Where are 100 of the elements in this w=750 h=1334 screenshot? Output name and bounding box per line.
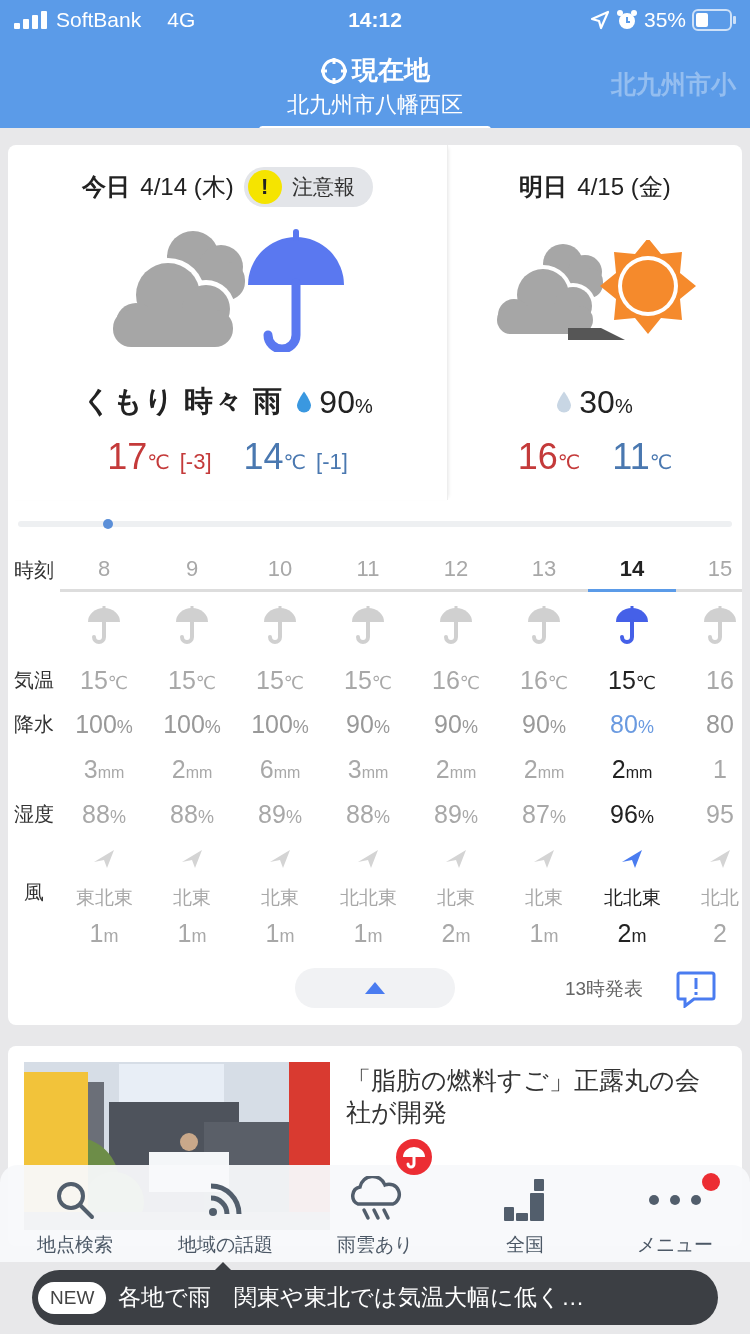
- humidity-value: 88%: [170, 799, 214, 829]
- wind-speed: 1m: [177, 918, 207, 948]
- weather-condition: くもり 時々 雨: [82, 384, 284, 419]
- temperature-value: 15℃: [608, 665, 656, 695]
- wind-speed: 1m: [353, 918, 383, 948]
- precipitation-value: 90%: [434, 709, 478, 739]
- row-label: 風: [23, 879, 45, 905]
- current-location-icon: [320, 56, 348, 85]
- humidity-value: 87%: [522, 799, 566, 829]
- wind-direction: 北東: [261, 886, 299, 910]
- precipitation-chance: 90%: [319, 383, 373, 421]
- feedback-icon[interactable]: [676, 970, 716, 1008]
- rainfall-value: 3mm: [347, 754, 389, 784]
- wind-direction: 北北東: [339, 886, 397, 910]
- umbrella-icon: [701, 605, 739, 645]
- rainfall-value: 2mm: [523, 754, 565, 784]
- precipitation-value: 100%: [163, 709, 221, 739]
- tab-bar-item[interactable]: メニュー: [600, 1165, 750, 1262]
- wind-direction: 北東: [437, 886, 475, 910]
- blocks-icon: [504, 1179, 546, 1221]
- humidity-value: 89%: [434, 799, 478, 829]
- location-name: 北九州市八幡西区: [287, 91, 463, 119]
- location-title: 現在地: [352, 54, 430, 87]
- low-temperature-change: [-1]: [316, 449, 348, 475]
- humidity-value: 88%: [346, 799, 390, 829]
- temperature-value: 15℃: [168, 665, 216, 695]
- wind-speed: 2: [713, 918, 727, 948]
- raindrop-icon: [557, 391, 572, 413]
- alarm-icon: [615, 9, 638, 31]
- notification-dot: [702, 1173, 720, 1191]
- wind-direction: 北北東: [603, 886, 661, 910]
- published-time: 13時発表: [565, 977, 644, 1001]
- tab-bar-item[interactable]: 全国: [450, 1165, 600, 1262]
- umbrella-icon: [261, 605, 299, 645]
- umbrella-icon: [173, 605, 211, 645]
- news-ticker-text[interactable]: 各地で雨 関東や東北では気温大幅に低く…: [118, 1282, 585, 1313]
- tab-bar-item[interactable]: 地域の話題: [150, 1165, 300, 1262]
- temperature-value: 15℃: [80, 665, 128, 695]
- wind-speed: 2m: [441, 918, 471, 948]
- tab-bar-item[interactable]: 雨雲あり: [300, 1165, 450, 1262]
- wind-arrow-icon: [708, 847, 732, 869]
- high-temperature-change: [-3]: [179, 449, 212, 475]
- rainfall-value: 3mm: [83, 754, 125, 784]
- day-date: 4/15 (金): [577, 172, 671, 202]
- rainfall-value: 6mm: [259, 754, 301, 784]
- news-headline[interactable]: 「脂肪の燃料すご」正露丸の会社が開発: [346, 1062, 716, 1128]
- row-label: 湿度: [13, 801, 55, 827]
- wind-arrow-icon: [92, 847, 116, 869]
- wind-speed: 1m: [89, 918, 119, 948]
- wind-direction: 東北東: [75, 886, 133, 910]
- rainfall-value: 2mm: [435, 754, 477, 784]
- wind-arrow-icon: [532, 847, 556, 869]
- tab-bar-item[interactable]: 地点検索: [0, 1165, 150, 1262]
- wind-arrow-icon: [620, 847, 644, 869]
- clock: 14:12: [348, 8, 402, 32]
- wind-direction: 北東: [525, 886, 563, 910]
- umbrella-icon: [525, 605, 563, 645]
- hour-tab[interactable]: 14: [588, 548, 676, 592]
- umbrella-icon: [85, 605, 123, 645]
- humidity-value: 96%: [610, 799, 654, 829]
- more-icon: [648, 1194, 702, 1206]
- wind-direction: 北北: [701, 886, 739, 910]
- search-icon: [55, 1180, 95, 1220]
- humidity-value: 89%: [258, 799, 302, 829]
- caret-up-icon: [365, 982, 385, 994]
- precipitation-value: 100%: [75, 709, 133, 739]
- signal-icon: [14, 11, 48, 29]
- wind-arrow-icon: [180, 847, 204, 869]
- wind-speed: 1m: [265, 918, 295, 948]
- temperature-value: 15℃: [256, 665, 304, 695]
- new-tag: NEW: [38, 1281, 107, 1314]
- temperature-value: 16℃: [432, 665, 480, 695]
- humidity-value: 88%: [82, 799, 126, 829]
- low-temperature: 11℃: [612, 436, 673, 478]
- signal-waves-icon: [207, 1182, 243, 1218]
- wind-speed: 2m: [617, 918, 647, 948]
- day-label: 今日: [82, 172, 131, 202]
- low-temperature: 14℃: [243, 436, 306, 478]
- precipitation-value: 100%: [251, 709, 309, 739]
- precipitation-value: 80%: [610, 709, 654, 739]
- day-date: 4/14 (木): [140, 172, 234, 202]
- rainfall-value: 1: [713, 754, 727, 784]
- temperature-value: 16℃: [520, 665, 568, 695]
- precipitation-value: 90%: [522, 709, 566, 739]
- wind-direction: 北東: [173, 886, 211, 910]
- precipitation-value: 80: [706, 709, 734, 739]
- row-label: 降水: [13, 711, 55, 737]
- wind-speed: 1m: [529, 918, 559, 948]
- warning-badge[interactable]: ! 注意報: [243, 167, 373, 207]
- wind-arrow-icon: [444, 847, 468, 869]
- high-temperature: 16℃: [517, 436, 581, 478]
- row-label: 気温: [13, 667, 55, 693]
- temperature-value: 15℃: [344, 665, 392, 695]
- precipitation-chance: 30%: [579, 383, 633, 421]
- umbrella-icon: [613, 605, 651, 645]
- battery-icon: [692, 9, 736, 31]
- carrier-name: SoftBank: [56, 8, 142, 32]
- rainfall-value: 2mm: [171, 754, 213, 784]
- rainfall-value: 2mm: [611, 754, 653, 784]
- raindrop-icon: [297, 391, 312, 413]
